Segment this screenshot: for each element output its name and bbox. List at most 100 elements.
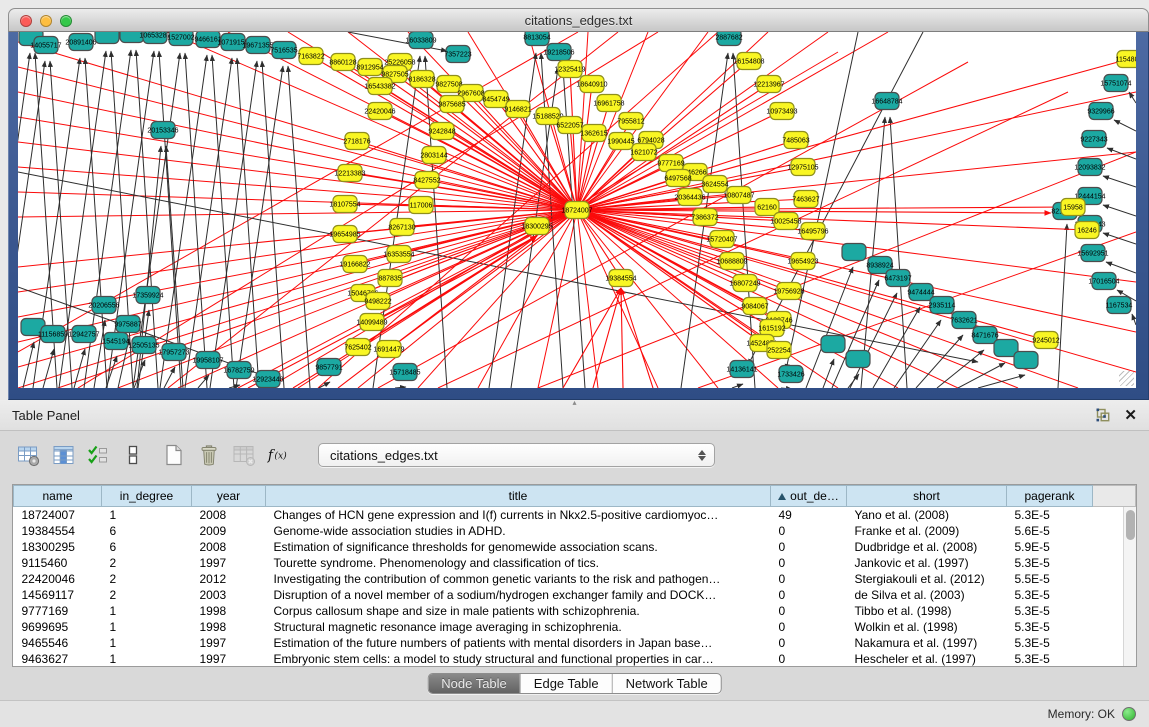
row-height-icon[interactable] [121,443,145,467]
table-cell[interactable]: Genome-wide association studies in ADHD. [266,523,771,539]
table-cell[interactable]: 2008 [192,507,266,523]
table-cell[interactable]: Jankovic et al. (1997) [847,555,1007,571]
graph-edge[interactable] [18,53,30,388]
column-header-title[interactable]: title [266,486,771,507]
table-row[interactable]: 946554611997Estimation of the future num… [14,635,1136,651]
table-cell[interactable]: 1997 [192,555,266,571]
table-cell[interactable]: 9115460 [14,555,102,571]
table-cell[interactable]: 5.3E-5 [1007,651,1093,667]
graph-edge[interactable] [1132,314,1136,325]
table-cell[interactable]: Yano et al. (2008) [847,507,1007,523]
graph-node[interactable] [95,32,119,44]
graph-edge[interactable] [237,58,259,388]
table-cell[interactable]: 1997 [192,651,266,667]
table-cell[interactable]: 0 [771,651,847,667]
table-cell[interactable]: 22420046 [14,571,102,587]
float-panel-icon[interactable] [1096,408,1110,422]
table-row[interactable]: 1872400712008Changes of HCN gene express… [14,507,1136,523]
table-cell[interactable]: Stergiakouli et al. (2012) [847,571,1007,587]
memory-status-indicator[interactable] [1122,707,1136,721]
graph-edge[interactable] [577,210,958,388]
column-header-short[interactable]: short [847,486,1007,507]
graph-edge[interactable] [1114,120,1136,131]
tab-node-table[interactable]: Node Table [428,674,520,693]
table-cell[interactable]: 6 [102,523,192,539]
graph-edge[interactable] [164,367,175,388]
table-row[interactable]: 969969511998Structural magnetic resonanc… [14,619,1136,635]
table-cell[interactable]: Dudbridge et al. (2008) [847,539,1007,555]
graph-edge[interactable] [18,210,577,342]
graph-edge[interactable] [873,307,920,388]
table-cell[interactable]: 1 [102,651,192,667]
table-cell[interactable]: Hescheler et al. (1997) [847,651,1007,667]
table-cell[interactable]: 1998 [192,619,266,635]
graph-edge[interactable] [1129,92,1136,103]
column-header-out_de[interactable]: out_de… [771,486,847,507]
show-columns-icon[interactable] [51,443,75,467]
table-cell[interactable]: 49 [771,507,847,523]
table-cell[interactable]: 0 [771,619,847,635]
table-cell[interactable]: 1 [102,635,192,651]
graph-node[interactable] [842,244,866,261]
graph-edge[interactable] [350,173,577,210]
function-builder-icon[interactable]: f (x) [267,443,291,467]
table-scrollbar-thumb[interactable] [1126,510,1135,540]
graph-edge[interactable] [395,387,406,388]
table-cell[interactable]: 5.3E-5 [1007,635,1093,651]
panel-resize-handle[interactable]: ▴ [572,399,576,407]
tab-network-table[interactable]: Network Table [612,674,721,693]
table-cell[interactable]: 18724007 [14,507,102,523]
table-cell[interactable]: 1 [102,603,192,619]
zoom-window-button[interactable] [60,15,72,27]
graph-edge[interactable] [732,384,743,388]
table-cell[interactable]: 0 [771,603,847,619]
graph-edge[interactable] [238,210,577,388]
table-cell[interactable]: 9699695 [14,619,102,635]
table-cell[interactable]: 2 [102,571,192,587]
table-cell[interactable]: 2009 [192,523,266,539]
graph-edge[interactable] [159,51,181,388]
table-cell[interactable]: Investigating the contribution of common… [266,571,771,587]
network-view-window[interactable]: citations_edges.txt 14055717208914061065… [8,8,1149,400]
table-cell[interactable]: 14569117 [14,587,102,603]
graph-edge[interactable] [848,374,859,388]
table-cell[interactable]: 9463627 [14,651,102,667]
graph-edge[interactable] [378,62,968,388]
table-cell[interactable]: 1 [102,507,192,523]
table-cell[interactable]: 0 [771,523,847,539]
table-cell[interactable]: Embryonic stem cells: a model to study s… [266,651,771,667]
table-cell[interactable]: 19384554 [14,523,102,539]
table-cell[interactable]: 2 [102,587,192,603]
network-canvas[interactable]: 1405571720891406106532871527002946616110… [18,32,1136,388]
table-cell[interactable]: 1998 [192,603,266,619]
table-cell[interactable]: 5.6E-5 [1007,523,1093,539]
table-cell[interactable]: Wolkin et al. (1998) [847,619,1007,635]
table-cell[interactable]: Nakamura et al. (1997) [847,635,1007,651]
table-cell[interactable]: Disruption of a novel member of a sodium… [266,587,771,603]
table-row[interactable]: 2242004622012Investigating the contribut… [14,571,1136,587]
table-cell[interactable]: 6 [102,539,192,555]
graph-edge[interactable] [288,66,310,388]
table-cell[interactable]: 0 [771,635,847,651]
table-cell[interactable]: 9777169 [14,603,102,619]
table-row[interactable]: 1456911722003Disruption of a novel membe… [14,587,1136,603]
table-cell[interactable]: 2 [102,555,192,571]
close-panel-icon[interactable]: ✕ [1124,408,1137,423]
table-settings-icon[interactable] [16,443,40,467]
table-row[interactable]: 946362711997Embryonic stem cells: a mode… [14,651,1136,667]
table-cell[interactable]: Structural magnetic resonance image aver… [266,619,771,635]
tab-edge-table[interactable]: Edge Table [520,674,612,693]
table-cell[interactable]: 1997 [192,635,266,651]
table-cell[interactable]: de Silva et al. (2003) [847,587,1007,603]
resize-grip[interactable] [1119,371,1134,386]
table-cell[interactable]: 9465546 [14,635,102,651]
column-visibility-icon[interactable] [86,443,110,467]
graph-edge[interactable] [18,210,577,292]
table-cell[interactable]: 18300295 [14,539,102,555]
graph-node[interactable] [821,336,845,353]
table-cell[interactable]: 0 [771,539,847,555]
table-cell[interactable]: 5.3E-5 [1007,507,1093,523]
table-cell[interactable]: Corpus callosum shape and size in male p… [266,603,771,619]
table-cell[interactable]: 0 [771,571,847,587]
graph-edge[interactable] [916,335,963,388]
